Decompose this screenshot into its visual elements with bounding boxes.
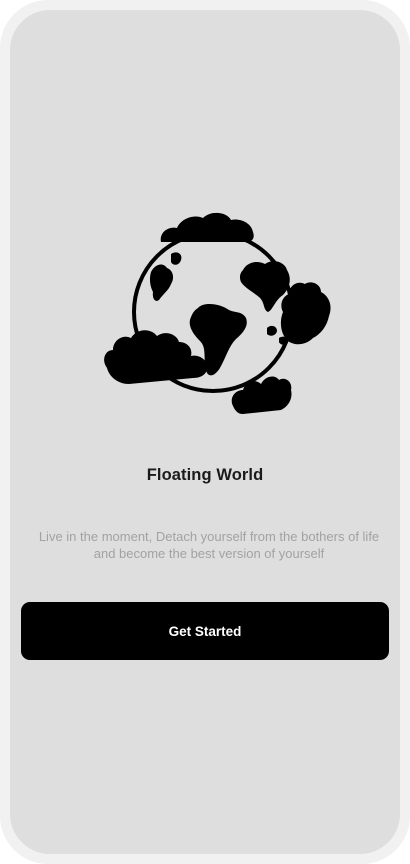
subtitle-line: Live in the moment, Detach yourself from…	[38, 529, 380, 544]
cloud-icon	[231, 376, 292, 414]
floating-globe-illustration	[104, 212, 331, 414]
continent-shape	[171, 252, 182, 265]
cloud-icon	[160, 212, 254, 242]
subtitle-line: and become the best version of yourself	[93, 546, 325, 561]
onboarding-screen: Floating World Live in the moment, Detac…	[10, 10, 400, 854]
get-started-button[interactable]: Get Started	[21, 602, 389, 660]
cloud-icon	[104, 330, 208, 384]
phone-frame: Floating World Live in the moment, Detac…	[0, 0, 410, 864]
continent-shape	[267, 325, 277, 336]
subtitle-text: Live in the moment, Detach yourself from…	[22, 528, 396, 562]
page-title: Floating World	[146, 466, 264, 484]
continent-shape	[149, 264, 174, 301]
